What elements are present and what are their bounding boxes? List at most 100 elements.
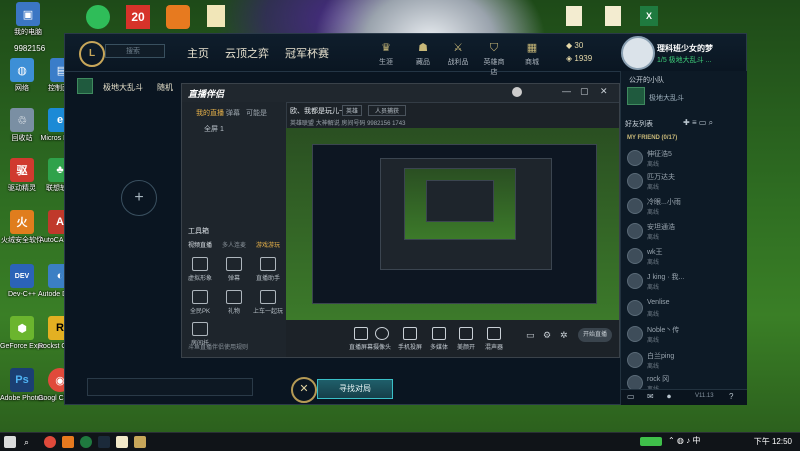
- scene-item[interactable]: 全屏 1: [204, 124, 224, 134]
- gear-icon[interactable]: ✲: [560, 330, 568, 341]
- record-icon[interactable]: ▭: [526, 330, 535, 341]
- add-tag-button[interactable]: 人员捕获: [368, 105, 407, 116]
- tab-my-live[interactable]: 我的直播: [196, 108, 224, 118]
- app-icon-green[interactable]: [86, 5, 110, 29]
- computer-icon: ▣: [16, 2, 40, 26]
- mode-subtitle: 随机: [157, 83, 173, 92]
- tool-danmu[interactable]: 弹幕: [216, 257, 252, 282]
- settings-icon[interactable]: ⚙: [543, 330, 551, 341]
- minimize-icon[interactable]: —: [562, 86, 571, 96]
- shield-icon: 火: [10, 210, 34, 234]
- tool-avatar[interactable]: 虚拟形象: [182, 257, 218, 282]
- close-icon[interactable]: ✕: [600, 86, 608, 97]
- store-icon: ⛉: [489, 42, 499, 54]
- app-icon-20[interactable]: 20: [126, 5, 150, 29]
- add-friend-icon: ✚: [683, 118, 690, 127]
- stream-left-panel: 我的直播 弹幕 可能是 全屏 1 工具箱 视频直播 多人连麦 游戏游玩 虚拟形象…: [182, 102, 287, 357]
- clock[interactable]: 下午 12:50: [754, 436, 792, 447]
- file-icon-2[interactable]: [566, 6, 582, 26]
- friend-row[interactable]: 伸征浩5 离线: [625, 148, 743, 168]
- nav-tab-tft[interactable]: 云顶之弈: [225, 45, 269, 61]
- friend-tools[interactable]: ✚ ≡ ▭ ⌕: [683, 118, 713, 128]
- stream-titlebar: 直播伴侣 — ▢ ✕: [182, 84, 619, 103]
- top-collection-button[interactable]: ☗ 藏品: [410, 41, 436, 67]
- tool-assistant[interactable]: 直播助手: [250, 257, 286, 282]
- nav-tab-clash[interactable]: 冠军杯赛: [285, 45, 329, 61]
- desktop-icon-network[interactable]: ◍ 网络: [0, 58, 44, 93]
- tab-other[interactable]: 可能是: [246, 108, 267, 118]
- taskbar-app-icon-3[interactable]: [116, 436, 128, 448]
- top-profile-button[interactable]: ♛ 生涯: [373, 41, 399, 67]
- friend-row[interactable]: 匹万达夫 离线: [625, 171, 743, 191]
- file-icon[interactable]: [207, 5, 225, 27]
- tab-danmu[interactable]: 弹幕: [226, 108, 240, 118]
- chat-icon[interactable]: ▭: [627, 392, 635, 401]
- profile-status: 1/5 极地大乱斗 ...: [657, 57, 712, 64]
- stream-tag[interactable]: 英雄: [342, 105, 363, 116]
- tool-pk[interactable]: 全民PK: [182, 290, 218, 315]
- btool-mixer[interactable]: 混声器: [476, 327, 512, 351]
- friend-row[interactable]: Venlise 离线: [625, 298, 743, 318]
- league-logo-icon: L: [79, 41, 105, 67]
- help-icon[interactable]: ?: [729, 392, 733, 401]
- top-shop-button[interactable]: ▦ 商城: [519, 41, 545, 67]
- search-icon[interactable]: ⌕: [24, 436, 36, 448]
- toolbox-tab-video[interactable]: 视频直播: [188, 240, 212, 249]
- find-match-button[interactable]: 寻找对局: [317, 379, 393, 399]
- friend-row[interactable]: 白兰ping 离线: [625, 350, 743, 370]
- photoshop-icon: Ps: [10, 368, 34, 392]
- camera-icon: [375, 327, 389, 340]
- friend-row[interactable]: Noble丶传 离线: [625, 324, 743, 344]
- friend-row[interactable]: 冷眼...小雨 离线: [625, 196, 743, 216]
- client-search-input[interactable]: 搜索: [105, 44, 165, 58]
- maximize-icon[interactable]: ▢: [580, 86, 589, 97]
- add-player-button[interactable]: +: [121, 180, 157, 216]
- avatar-icon: [192, 257, 208, 271]
- beauty-icon: [459, 327, 473, 340]
- windows-start-icon[interactable]: [4, 436, 16, 448]
- social-footer: ▭ ✉ ⏺ V11.13 ?: [621, 389, 747, 405]
- friend-row[interactable]: wk王 离线: [625, 246, 743, 266]
- stream-footer-note: 斗鱼直播伴侣使用规则: [188, 345, 249, 351]
- friends-group-header[interactable]: MY FRIEND (0/17): [627, 135, 677, 141]
- desktop-icon-computer[interactable]: ▣ 我的电脑: [6, 2, 50, 37]
- file-icon-3[interactable]: [605, 6, 621, 26]
- league-taskbar-icon[interactable]: [134, 436, 146, 448]
- nav-tab-home[interactable]: 主页: [187, 45, 209, 61]
- taskbar-app-icon-2[interactable]: [80, 436, 92, 448]
- toolbox-tab-game[interactable]: 游戏游玩: [256, 240, 280, 249]
- close-lobby-button[interactable]: ✕: [291, 377, 317, 403]
- stream-preview[interactable]: [286, 128, 619, 320]
- media-icon: [432, 327, 446, 340]
- steam-icon[interactable]: [98, 436, 110, 448]
- app-icon-orange[interactable]: [166, 5, 190, 29]
- mode-icon: [77, 78, 93, 94]
- currency-rp: ◈ 1939: [566, 54, 593, 63]
- top-loot-button[interactable]: ⚔ 战利品: [445, 41, 471, 67]
- friend-row[interactable]: J king · 我... 离线: [625, 271, 743, 291]
- friend-row[interactable]: 安坦通浩 离线: [625, 221, 743, 241]
- loot-icon: ⚔: [453, 42, 463, 54]
- tool-ride[interactable]: 上车一起玩: [250, 290, 286, 315]
- driver-icon: 驱: [10, 158, 34, 182]
- chat-input[interactable]: [87, 378, 253, 396]
- top-hero-store-button[interactable]: ⛉ 英雄商店: [481, 41, 507, 77]
- tray-icons[interactable]: ⌃ ◍ ♪ 中: [668, 435, 700, 446]
- stream-avatar[interactable]: [512, 87, 522, 97]
- battery-icon[interactable]: [640, 437, 662, 446]
- mic-icon[interactable]: ⏺: [667, 392, 671, 402]
- start-live-button[interactable]: 开始直播: [578, 328, 612, 342]
- collection-icon: ☗: [418, 42, 428, 54]
- party-mode-icon: [627, 87, 645, 105]
- profile-avatar[interactable]: [621, 36, 655, 70]
- stream-companion-window: 直播伴侣 — ▢ ✕ 我的直播 弹幕 可能是 全屏 1 工具箱 视频直播 多人连…: [181, 83, 620, 358]
- chrome-taskbar-icon[interactable]: [44, 436, 56, 448]
- search-icon: ⌕: [708, 118, 714, 127]
- mail-icon[interactable]: ✉: [647, 392, 654, 401]
- tool-gift[interactable]: 礼物: [216, 290, 252, 315]
- shop-icon: ▦: [526, 42, 538, 54]
- list-icon: ≡: [691, 118, 697, 127]
- excel-icon[interactable]: X: [640, 6, 658, 26]
- taskbar-app-icon[interactable]: [62, 436, 74, 448]
- toolbox-tab-multi[interactable]: 多人连麦: [222, 240, 246, 249]
